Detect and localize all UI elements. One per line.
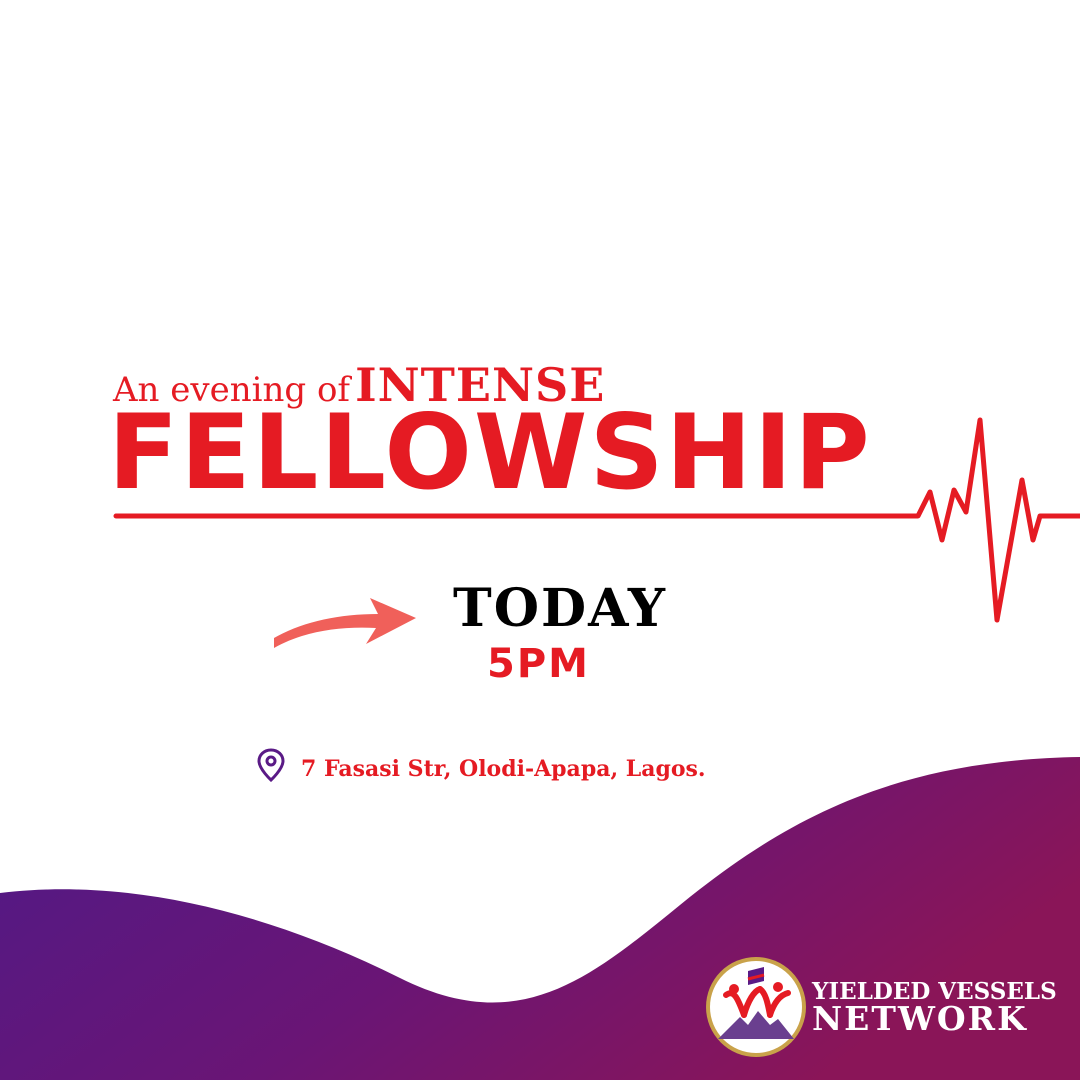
event-day: TODAY — [453, 578, 667, 639]
event-time: 5PM — [487, 641, 590, 687]
organization-name-line2: NETWORK — [812, 999, 1028, 1038]
flyer-canvas: An evening of INTENSE FELLOWSHIP TODAY 5… — [0, 0, 1080, 1080]
main-title: FELLOWSHIP — [108, 393, 872, 513]
event-address: 7 Fasasi Str, Olodi-Apapa, Lagos. — [301, 756, 706, 782]
organization-logo-icon — [706, 957, 806, 1057]
arrow-right-icon — [274, 598, 416, 648]
heartbeat-line-icon — [113, 417, 1080, 623]
location-pin-icon — [257, 748, 285, 782]
